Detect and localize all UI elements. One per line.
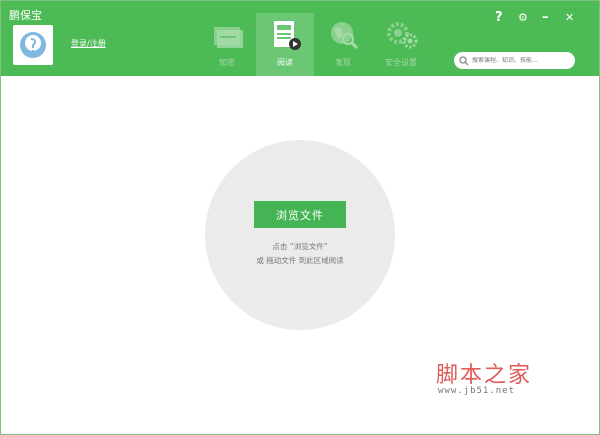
gear-icon: ⚙ [518, 11, 528, 24]
watermark-logo: 脚本之家 www.jb51.net [436, 357, 566, 407]
drop-hint-line-1: 点击 “浏览文件” [272, 242, 328, 251]
nav-tabs: 加密 阅读 发现 安全设置 [198, 13, 430, 76]
tab-encrypt-label: 加密 [219, 58, 235, 67]
tab-read-label: 阅读 [277, 58, 293, 67]
avatar[interactable] [13, 25, 53, 65]
settings-button[interactable]: ⚙ [518, 11, 528, 25]
search-input[interactable] [469, 57, 572, 64]
browse-files-button[interactable]: 浏览文件 [254, 201, 346, 228]
tab-security-settings-label: 安全设置 [385, 58, 417, 67]
tab-read[interactable]: 阅读 [256, 13, 314, 76]
search-icon [459, 55, 469, 65]
encrypt-card-icon [214, 27, 243, 48]
gears-icon [387, 22, 418, 49]
tab-encrypt[interactable]: 加密 [198, 13, 256, 76]
header-bar: 鹏保宝 登录/注册 加密 阅读 发现 安全设置 ? ⚙ – ✕ 搜索课程、知识、… [1, 1, 599, 76]
app-window: 鹏保宝 登录/注册 加密 阅读 发现 安全设置 ? ⚙ – ✕ 搜索课程、知识、… [0, 0, 600, 435]
help-button[interactable]: ? [495, 11, 503, 25]
tab-discover[interactable]: 发现 [314, 13, 372, 76]
avatar-icon [20, 32, 46, 58]
tab-security-settings[interactable]: 安全设置 [372, 13, 430, 76]
watermark-url: www.jb51.net [438, 386, 516, 396]
watermark-title: 脚本之家 [436, 363, 533, 388]
drop-hint-line-2: 或 拖动文件 到此区域阅读 [256, 256, 344, 265]
app-title: 鹏保宝 [9, 9, 42, 22]
tab-discover-label: 发现 [335, 58, 351, 67]
globe-search-icon [331, 22, 359, 50]
search-box [454, 52, 575, 69]
reader-document-icon [274, 21, 301, 50]
close-button[interactable]: ✕ [565, 11, 574, 25]
file-drop-area[interactable] [205, 140, 395, 330]
login-register-link[interactable]: 登录/注册 [71, 38, 106, 49]
minimize-button[interactable]: – [542, 11, 549, 25]
